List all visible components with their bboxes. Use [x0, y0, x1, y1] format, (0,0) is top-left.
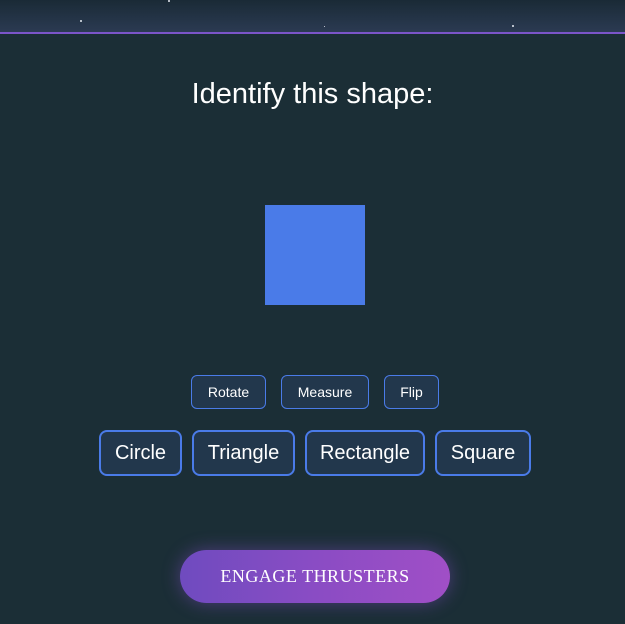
- star-decoration: [512, 25, 514, 27]
- engage-thrusters-button[interactable]: ENGAGE THRUSTERS: [180, 550, 450, 603]
- starfield-banner: [0, 0, 625, 34]
- answer-triangle-button[interactable]: Triangle: [192, 430, 295, 476]
- flip-button[interactable]: Flip: [384, 375, 439, 409]
- star-decoration: [324, 26, 325, 27]
- answer-square-button[interactable]: Square: [435, 430, 531, 476]
- measure-button[interactable]: Measure: [281, 375, 369, 409]
- game-screen: Identify this shape: Rotate Measure Flip…: [0, 0, 625, 624]
- answer-circle-button[interactable]: Circle: [99, 430, 182, 476]
- question-prompt: Identify this shape:: [191, 78, 434, 110]
- star-decoration: [168, 0, 170, 2]
- rotate-button[interactable]: Rotate: [191, 375, 266, 409]
- answer-rectangle-button[interactable]: Rectangle: [305, 430, 425, 476]
- star-decoration: [80, 20, 82, 22]
- target-shape-square: [265, 205, 365, 305]
